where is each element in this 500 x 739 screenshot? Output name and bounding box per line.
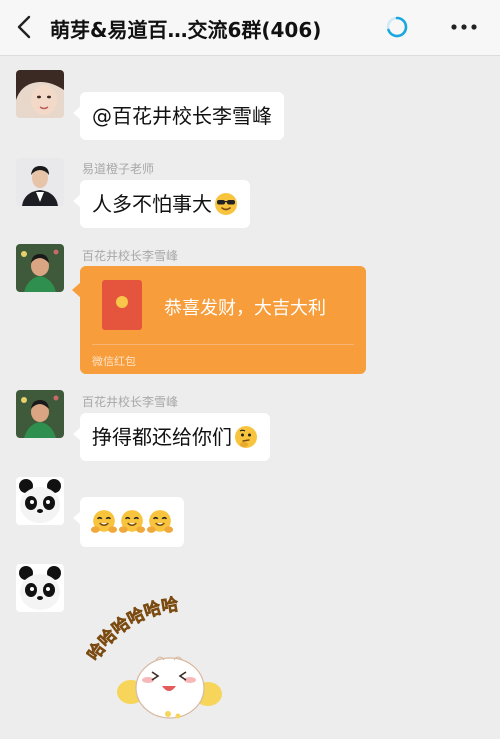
hugging-emoji-icon [147, 510, 173, 533]
red-envelope-icon [102, 280, 142, 330]
avatar[interactable] [16, 564, 64, 612]
avatar[interactable] [16, 70, 64, 118]
message-bubble[interactable] [73, 497, 184, 547]
sender-name: 百花井校长李雪峰 [82, 395, 179, 409]
red-packet-divider [92, 344, 354, 345]
red-packet-footer: 微信红包 [92, 355, 136, 368]
chat-title: 萌芽&易道百…交流6群(406) [50, 18, 322, 42]
more-options-icon[interactable] [446, 14, 482, 40]
avatar[interactable] [16, 244, 64, 292]
thinking-emoji-icon [235, 426, 257, 448]
message-bubble[interactable]: 挣得都还给你们 [73, 413, 270, 461]
svg-text:哈哈哈哈哈哈: 哈哈哈哈哈哈 [86, 594, 180, 665]
sunglasses-emoji-icon [215, 193, 237, 215]
navigation-bar: 萌芽&易道百…交流6群(406) [0, 0, 500, 56]
message-bubble[interactable]: 人多不怕事大 [73, 180, 250, 228]
sender-name: 易道橙子老师 [82, 162, 155, 176]
message-bubble[interactable]: @百花井校长李雪峰 [73, 92, 284, 140]
avatar[interactable] [16, 158, 64, 206]
sticker-caption: 哈哈哈哈哈哈 [86, 594, 180, 665]
message-text: 人多不怕事大 [92, 192, 212, 216]
red-packet-greeting: 恭喜发财，大吉大利 [164, 298, 326, 319]
avatar[interactable] [16, 390, 64, 438]
message-text: @百花井校长李雪峰 [92, 104, 272, 128]
hugging-emoji-icon [119, 510, 145, 533]
hugging-emoji-icon [91, 510, 117, 533]
loading-spinner-icon [386, 16, 408, 38]
message-text: 挣得都还给你们 [92, 425, 232, 449]
sender-name: 百花井校长李雪峰 [82, 249, 179, 263]
back-arrow-icon[interactable] [10, 12, 40, 42]
laughing-sticker[interactable]: 哈哈哈哈哈哈 [86, 592, 236, 732]
avatar[interactable] [16, 477, 64, 525]
red-packet-message[interactable]: 恭喜发财，大吉大利 微信红包 [72, 266, 366, 374]
